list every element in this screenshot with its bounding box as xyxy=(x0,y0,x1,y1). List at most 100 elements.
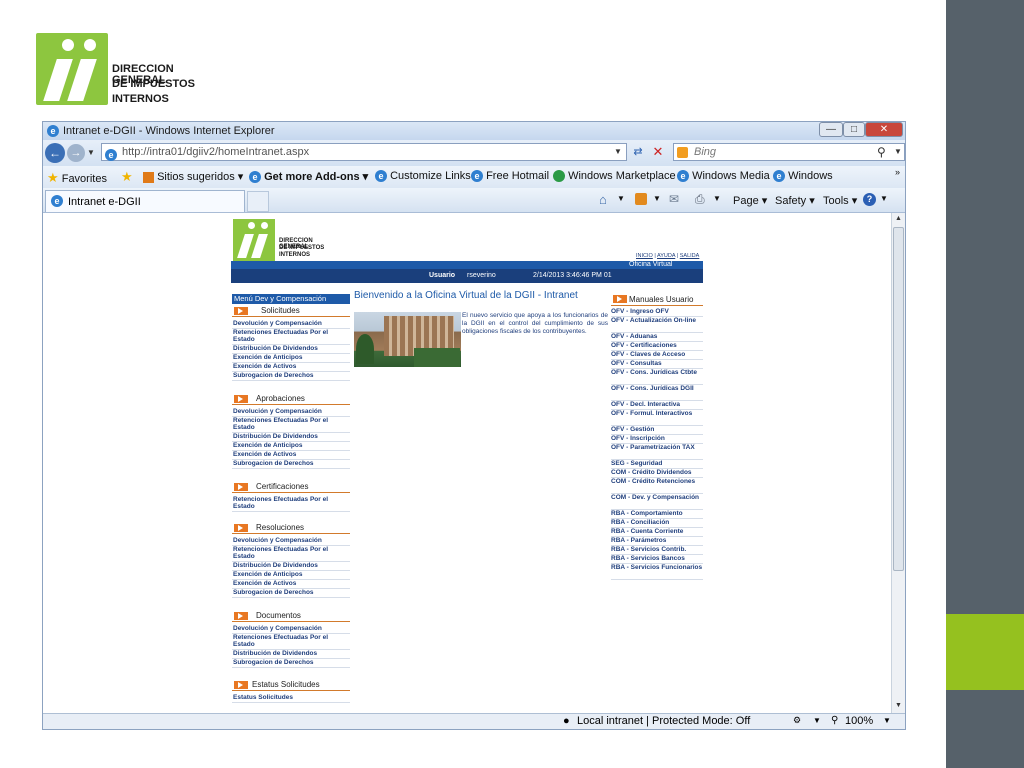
manual-link[interactable]: OFV - Claves de Acceso xyxy=(611,351,703,360)
read-mail-icon[interactable]: ✉ xyxy=(669,192,679,206)
address-dropdown-icon[interactable]: ▼ xyxy=(614,147,622,156)
section-resoluciones[interactable]: Resoluciones xyxy=(232,523,350,534)
vertical-scrollbar[interactable]: ▲ ▼ xyxy=(891,213,905,713)
windows-marketplace-link[interactable]: Windows Marketplace xyxy=(553,170,676,183)
manual-link[interactable]: OFV - Actualización On-line xyxy=(611,317,703,333)
free-hotmail-link[interactable]: e Free Hotmail xyxy=(471,170,549,183)
manual-link[interactable]: OFV - Decl. Interactiva xyxy=(611,401,703,410)
print-icon[interactable]: ⎙ xyxy=(695,192,705,207)
close-button[interactable]: ✕ xyxy=(865,122,903,137)
menu-link[interactable]: Retenciones Efectuadas Por el Estado xyxy=(232,496,350,512)
scroll-up-arrow-icon[interactable]: ▲ xyxy=(895,215,902,222)
menu-link[interactable]: Devolución y Compensación xyxy=(232,537,350,546)
menu-link[interactable]: Distribución De Dividendos xyxy=(232,433,350,442)
refresh-icon[interactable]: ⇄ xyxy=(629,143,647,161)
salida-link[interactable]: SALIDA xyxy=(680,253,700,259)
manual-link[interactable]: RBA - Servicios Bancos xyxy=(611,555,703,564)
zoom-dropdown-icon[interactable]: ▼ xyxy=(883,716,891,725)
more-links-icon[interactable]: » xyxy=(895,167,900,177)
add-favorite-icon[interactable]: ★ xyxy=(121,169,133,185)
menu-link[interactable]: Devolución y Compensación xyxy=(232,408,350,417)
ayuda-link[interactable]: AYUDA xyxy=(657,253,675,259)
menu-link[interactable]: Retenciones Efectuadas Por el Estado xyxy=(232,546,350,562)
new-tab-button[interactable] xyxy=(247,191,269,212)
manual-link[interactable]: OFV - Gestión xyxy=(611,426,703,435)
menu-link[interactable]: Retenciones Efectuadas Por el Estado xyxy=(232,329,350,345)
manual-link[interactable]: RBA - Conciliación xyxy=(611,519,703,528)
customize-links[interactable]: e Customize Links xyxy=(375,170,471,183)
manual-link[interactable]: OFV - Formul. Interactivos xyxy=(611,410,703,426)
manual-link[interactable]: RBA - Servicios Funcionarios xyxy=(611,564,703,580)
manual-link[interactable]: COM - Dev. y Compensación xyxy=(611,494,703,510)
menu-link[interactable]: Estatus Solicitudes xyxy=(232,694,350,703)
favorites-button[interactable]: ★ Favorites xyxy=(47,170,107,186)
minimize-button[interactable]: — xyxy=(819,122,843,137)
menu-link[interactable]: Distribución de Dividendos xyxy=(232,650,350,659)
home-icon[interactable]: ⌂ xyxy=(599,192,607,207)
print-dropdown-icon[interactable]: ▼ xyxy=(713,194,721,203)
menu-link[interactable]: Retenciones Efectuadas Por el Estado xyxy=(232,417,350,433)
manual-link[interactable]: OFV - Consultas xyxy=(611,360,703,369)
back-button[interactable]: ← xyxy=(45,143,65,163)
menu-link[interactable]: Exención de Activos xyxy=(232,451,350,460)
menu-link[interactable]: Subrogacion de Derechos xyxy=(232,589,350,598)
menu-link[interactable]: Exención de Anticipos xyxy=(232,354,350,363)
manual-link[interactable]: RBA - Servicios Contrib. xyxy=(611,546,703,555)
manual-link[interactable]: OFV - Aduanas xyxy=(611,333,703,342)
section-documentos[interactable]: Documentos xyxy=(232,611,350,622)
maximize-button[interactable]: □ xyxy=(843,122,865,137)
menu-link[interactable]: Subrogacion de Derechos xyxy=(232,460,350,469)
section-estatus[interactable]: Estatus Solicitudes xyxy=(232,680,350,691)
search-dropdown-icon[interactable]: ▼ xyxy=(894,147,902,156)
feeds-dropdown-icon[interactable]: ▼ xyxy=(653,194,661,203)
protected-mode-icon[interactable]: ⚙ xyxy=(793,715,801,726)
windows-link[interactable]: e Windows xyxy=(773,170,833,183)
forward-button[interactable]: → xyxy=(67,144,85,162)
home-dropdown-icon[interactable]: ▼ xyxy=(617,194,625,203)
status-dropdown-icon[interactable]: ▼ xyxy=(813,716,821,725)
manual-link[interactable]: OFV - Cons. Jurídicas DGII xyxy=(611,385,703,401)
menu-link[interactable]: Devolución y Compensación xyxy=(232,625,350,634)
help-icon[interactable]: ? xyxy=(863,193,876,206)
menu-link[interactable]: Distribución De Dividendos xyxy=(232,345,350,354)
manual-link[interactable]: OFV - Certificaciones xyxy=(611,342,703,351)
manual-link[interactable]: OFV - Parametrización TAX xyxy=(611,444,703,460)
menu-link[interactable]: Retenciones Efectuadas Por el Estado xyxy=(232,634,350,650)
help-dropdown-icon[interactable]: ▼ xyxy=(880,194,888,203)
menu-link[interactable]: Exención de Anticipos xyxy=(232,442,350,451)
manual-link[interactable]: COM - Crédito Retenciones xyxy=(611,478,703,494)
manual-link[interactable]: OFV - Cons. Jurídicas Ctbte xyxy=(611,369,703,385)
manual-link[interactable]: RBA - Parámetros xyxy=(611,537,703,546)
windows-media-link[interactable]: e Windows Media xyxy=(677,170,770,183)
menu-link[interactable]: Exención de Activos xyxy=(232,363,350,372)
page-menu[interactable]: Page ▾ xyxy=(733,194,767,207)
history-dropdown-icon[interactable]: ▼ xyxy=(87,148,95,157)
search-box[interactable]: Bing ⚲ ▼ xyxy=(673,143,905,161)
manual-link[interactable]: OFV - Ingreso OFV xyxy=(611,308,703,317)
manual-link[interactable]: RBA - Cuenta Corriente xyxy=(611,528,703,537)
zoom-level[interactable]: 100% xyxy=(845,715,873,727)
suggested-sites-button[interactable]: Sitios sugeridos ▾ xyxy=(143,170,243,183)
manual-link[interactable]: OFV - Inscripción xyxy=(611,435,703,444)
section-certificaciones[interactable]: Certificaciones xyxy=(232,482,350,493)
scroll-thumb[interactable] xyxy=(893,227,904,571)
tools-menu[interactable]: Tools ▾ xyxy=(823,194,857,207)
feeds-icon[interactable] xyxy=(635,193,647,205)
tab-intranet[interactable]: e Intranet e-DGII xyxy=(45,190,245,212)
scroll-down-arrow-icon[interactable]: ▼ xyxy=(895,702,902,709)
inicio-link[interactable]: INICIO xyxy=(636,253,653,259)
safety-menu[interactable]: Safety ▾ xyxy=(775,194,815,207)
addons-button[interactable]: e Get more Add-ons ▾ xyxy=(249,170,368,184)
section-aprobaciones[interactable]: Aprobaciones xyxy=(232,394,350,405)
stop-icon[interactable]: ✕ xyxy=(649,143,667,161)
menu-link[interactable]: Devolución y Compensación xyxy=(232,320,350,329)
manual-link[interactable]: RBA - Comportamiento xyxy=(611,510,703,519)
section-solicitudes[interactable]: Solicitudes xyxy=(232,306,350,317)
address-field[interactable]: e http://intra01/dgiiv2/homeIntranet.asp… xyxy=(101,143,627,161)
menu-link[interactable]: Subrogacion de Derechos xyxy=(232,659,350,668)
search-icon[interactable]: ⚲ xyxy=(877,145,886,159)
zoom-icon[interactable]: ⚲ xyxy=(831,715,838,726)
manual-link[interactable]: SEG - Seguridad xyxy=(611,460,703,469)
menu-link[interactable]: Exención de Anticipos xyxy=(232,571,350,580)
manual-link[interactable]: COM - Crédito Dividendos xyxy=(611,469,703,478)
